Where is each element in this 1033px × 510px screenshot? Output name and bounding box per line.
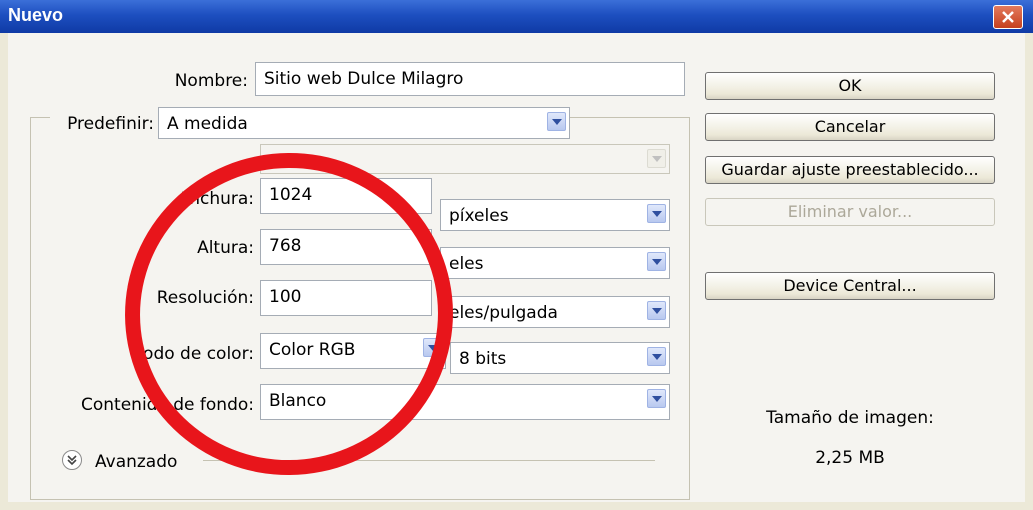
save-preset-button[interactable]: Guardar ajuste preestablecido...: [705, 156, 995, 184]
ok-button[interactable]: OK: [705, 72, 995, 100]
bits-value: 8 bits: [459, 349, 507, 369]
device-central-button[interactable]: Device Central...: [705, 272, 995, 300]
contenido-fondo-select[interactable]: Blanco: [260, 384, 670, 420]
tamano-select: [260, 144, 670, 174]
anchura-input[interactable]: 1024: [260, 178, 432, 214]
chevron-down-icon[interactable]: [647, 252, 666, 271]
title-bar: Nuevo: [0, 0, 1033, 33]
predefinir-select[interactable]: A medida: [158, 107, 570, 139]
altura-input[interactable]: 768: [260, 229, 432, 265]
window-title: Nuevo: [8, 5, 64, 25]
modo-color-value: Color RGB: [269, 340, 356, 360]
chevron-down-icon[interactable]: [647, 389, 666, 408]
chevron-down-icon[interactable]: [647, 347, 666, 366]
image-size-value: 2,25 MB: [815, 448, 885, 468]
predefinir-value: A medida: [167, 114, 248, 134]
close-button[interactable]: [993, 5, 1023, 29]
chevron-down-icon[interactable]: [647, 301, 666, 320]
modo-color-select[interactable]: Color RGB: [260, 333, 446, 369]
chevron-down-icon[interactable]: [647, 204, 666, 223]
resolucion-unit-value: eles/pulgada: [449, 303, 558, 323]
delete-preset-button: Eliminar valor...: [705, 198, 995, 226]
nombre-input[interactable]: Sitio web Dulce Milagro: [255, 62, 685, 96]
chevron-down-icon[interactable]: [547, 112, 566, 131]
altura-label: Altura:: [197, 238, 254, 258]
cancel-button[interactable]: Cancelar: [705, 113, 995, 141]
bits-select[interactable]: 8 bits: [450, 342, 670, 374]
modo-color-label: odo de color:: [143, 344, 254, 364]
altura-unit-select[interactable]: eles: [440, 247, 670, 279]
altura-unit-value: eles: [449, 254, 484, 274]
nombre-label: Nombre:: [174, 71, 248, 91]
resolucion-label: Resolución:: [156, 288, 254, 308]
divider: [203, 460, 655, 461]
image-size-label: Tamaño de imagen:: [766, 408, 934, 428]
avanzado-label[interactable]: Avanzado: [95, 452, 177, 472]
predefinir-label: Predefinir:: [50, 114, 158, 134]
contenido-fondo-value: Blanco: [269, 391, 327, 411]
expand-icon[interactable]: [62, 450, 82, 470]
resolucion-input[interactable]: 100: [260, 280, 432, 316]
anchura-unit-select[interactable]: píxeles: [440, 199, 670, 231]
close-icon: [1002, 11, 1014, 23]
anchura-unit-value: píxeles: [449, 206, 509, 226]
resolucion-unit-select[interactable]: eles/pulgada: [440, 296, 670, 328]
chevron-down-icon: [647, 149, 666, 168]
contenido-fondo-label: Contenido de fondo:: [81, 395, 254, 415]
chevron-down-icon[interactable]: [423, 338, 442, 357]
anchura-label: Anchura:: [177, 189, 254, 209]
